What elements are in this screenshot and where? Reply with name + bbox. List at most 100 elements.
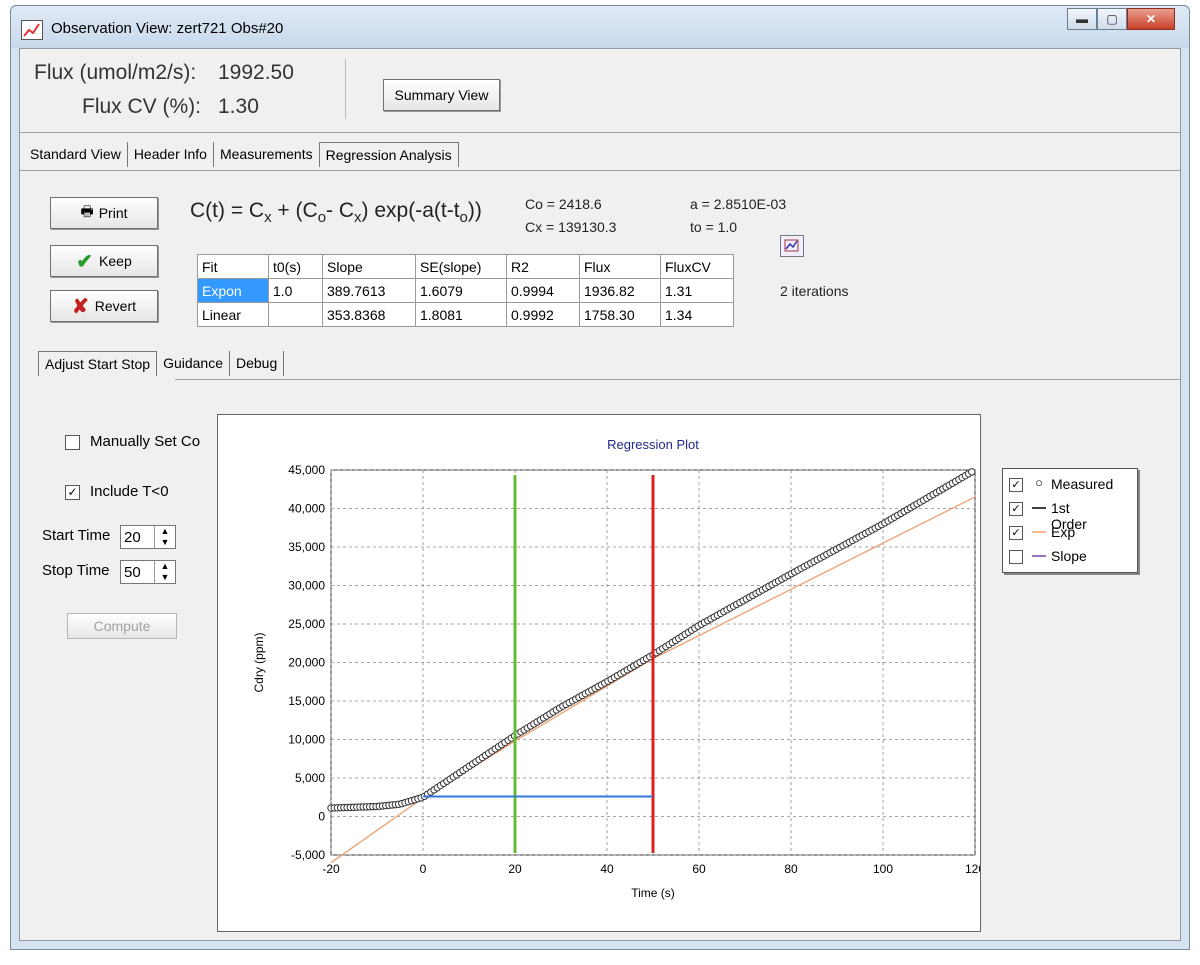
flux-value: 1992.50 bbox=[218, 61, 294, 84]
table-cell[interactable]: 1.0 bbox=[268, 278, 323, 303]
table-cell[interactable]: 1.34 bbox=[660, 302, 734, 327]
observation-window: Observation View: zert721 Obs#20 ▬ ▢ ✕ F… bbox=[10, 5, 1190, 950]
header-divider bbox=[345, 59, 346, 119]
y-tick-label: 5,000 bbox=[295, 771, 325, 785]
table-header-row: Fit t0(s) Slope SE(slope) R2 Flux FluxCV bbox=[197, 254, 734, 279]
column-header: R2 bbox=[506, 254, 580, 279]
summary-view-button[interactable]: Summary View bbox=[383, 79, 500, 111]
x-tick-label: 0 bbox=[420, 862, 427, 876]
legend-label: Exp bbox=[1051, 524, 1076, 540]
table-cell[interactable]: 389.7613 bbox=[322, 278, 416, 303]
minimize-icon[interactable]: ▬ bbox=[1067, 8, 1097, 30]
tab-adjust-start-stop[interactable]: Adjust Start Stop bbox=[38, 351, 158, 376]
table-cell[interactable]: 0.9992 bbox=[506, 302, 580, 327]
formula-part: C(t) = C bbox=[190, 199, 265, 222]
chart-title: Regression Plot bbox=[607, 437, 699, 452]
subtab-baseline bbox=[175, 379, 1180, 380]
client-area: Flux (umol/m2/s): 1992.50 Flux CV (%): 1… bbox=[19, 48, 1181, 941]
regression-plot: Regression Plot -20 0 20 40 60 80 100 120 -5,000 0… bbox=[217, 414, 1138, 932]
include-t-label: Include T<0 bbox=[90, 483, 169, 500]
x-tick-label: 100 bbox=[873, 862, 893, 876]
checkmark-icon: ✔ bbox=[76, 250, 94, 273]
cx-value: Cx = 139130.3 bbox=[525, 219, 617, 235]
revert-button[interactable]: ✘ Revert bbox=[50, 290, 158, 322]
table-cell[interactable]: 1.6079 bbox=[415, 278, 507, 303]
x-tick-label: -20 bbox=[322, 862, 340, 876]
formula-sub: o bbox=[459, 209, 468, 227]
table-row[interactable]: Expon 1.0 389.7613 1.6079 0.9994 1936.82… bbox=[197, 278, 734, 303]
table-cell[interactable]: Expon bbox=[197, 278, 269, 303]
window-title: Observation View: zert721 Obs#20 bbox=[51, 20, 284, 37]
column-header: FluxCV bbox=[660, 254, 734, 279]
x-tick-label: 60 bbox=[692, 862, 706, 876]
legend-checkbox[interactable]: ✓ bbox=[1009, 502, 1023, 516]
to-value: to = 1.0 bbox=[690, 219, 738, 235]
include-t-checkbox[interactable]: ✓ bbox=[65, 485, 80, 500]
legend-label: Measured bbox=[1051, 476, 1114, 492]
legend-label: Slope bbox=[1051, 548, 1087, 564]
column-header: Slope bbox=[322, 254, 416, 279]
table-cell[interactable]: 1.8081 bbox=[415, 302, 507, 327]
chart-icon[interactable] bbox=[780, 235, 804, 257]
y-tick-label: 40,000 bbox=[288, 502, 325, 516]
x-axis-label: Time (s) bbox=[631, 886, 675, 900]
revert-label: Revert bbox=[94, 298, 136, 314]
table-cell[interactable]: 1.31 bbox=[660, 278, 734, 303]
flux-cv-value: 1.30 bbox=[218, 95, 259, 118]
table-cell[interactable]: 353.8368 bbox=[322, 302, 416, 327]
table-cell[interactable] bbox=[268, 302, 323, 327]
y-tick-label: 20,000 bbox=[288, 656, 325, 670]
compute-button[interactable]: Compute bbox=[67, 613, 177, 639]
co-value: Co = 2418.6 bbox=[525, 196, 602, 212]
table-cell[interactable]: Linear bbox=[197, 302, 269, 327]
chart-svg: Regression Plot -20 0 20 40 60 80 100 120 -5,000 0… bbox=[252, 437, 985, 900]
line-black-icon bbox=[1031, 499, 1047, 517]
x-tick-label: 80 bbox=[784, 862, 798, 876]
start-time-stepper[interactable]: 20 ▲ ▼ bbox=[120, 525, 176, 549]
sub-tab-bar: Adjust Start Stop Guidance Debug bbox=[38, 351, 285, 376]
stop-time-stepper[interactable]: 50 ▲ ▼ bbox=[120, 560, 176, 584]
tab-header-info[interactable]: Header Info bbox=[128, 142, 214, 167]
table-row[interactable]: Linear 353.8368 1.8081 0.9992 1758.30 1.… bbox=[197, 302, 734, 327]
y-tick-label: 10,000 bbox=[288, 733, 325, 747]
regression-formula: C(t) = Cx + (Co- Cx) exp(-a(t-to)) bbox=[190, 199, 482, 226]
tab-measurements[interactable]: Measurements bbox=[214, 142, 319, 167]
manually-set-co-checkbox[interactable] bbox=[65, 435, 80, 450]
keep-button[interactable]: ✔ Keep bbox=[50, 245, 158, 277]
print-button[interactable]: 🖶 Print bbox=[50, 197, 158, 229]
tab-guidance[interactable]: Guidance bbox=[157, 351, 230, 376]
x-tick-label: 120 bbox=[965, 862, 980, 876]
app-icon bbox=[21, 20, 43, 40]
legend-checkbox[interactable]: ✓ bbox=[1009, 526, 1023, 540]
manually-set-co-label: Manually Set Co bbox=[90, 433, 201, 450]
column-header: Fit bbox=[197, 254, 269, 279]
y-tick-label: 15,000 bbox=[288, 694, 325, 708]
table-cell[interactable]: 1758.30 bbox=[579, 302, 661, 327]
spin-arrows-icon[interactable]: ▲ ▼ bbox=[154, 561, 175, 583]
x-tick-label: 20 bbox=[508, 862, 522, 876]
spin-arrows-icon[interactable]: ▲ ▼ bbox=[154, 526, 175, 548]
flux-label: Flux (umol/m2/s): bbox=[34, 61, 197, 84]
formula-sub: x bbox=[354, 209, 362, 227]
column-header: Flux bbox=[579, 254, 661, 279]
line-orange-icon bbox=[1031, 523, 1047, 541]
keep-label: Keep bbox=[99, 253, 132, 269]
legend-checkbox[interactable] bbox=[1009, 550, 1023, 564]
y-tick-label: 0 bbox=[318, 810, 325, 824]
table-cell[interactable]: 0.9994 bbox=[506, 278, 580, 303]
window-controls: ▬ ▢ ✕ bbox=[1067, 8, 1175, 32]
table-cell[interactable]: 1936.82 bbox=[579, 278, 661, 303]
formula-part: + (C bbox=[271, 199, 318, 222]
tab-debug[interactable]: Debug bbox=[230, 351, 285, 376]
tab-regression-analysis[interactable]: Regression Analysis bbox=[318, 142, 459, 167]
stop-time-label: Stop Time bbox=[42, 562, 110, 579]
title-bar[interactable]: Observation View: zert721 Obs#20 ▬ ▢ ✕ bbox=[11, 6, 1189, 48]
main-tab-bar: Standard View Header Info Measurements R… bbox=[24, 142, 459, 167]
formula-part: )) bbox=[467, 199, 482, 222]
tab-standard-view[interactable]: Standard View bbox=[24, 142, 128, 167]
maximize-icon[interactable]: ▢ bbox=[1097, 8, 1127, 30]
x-icon: ✘ bbox=[72, 295, 89, 318]
formula-part: - C bbox=[326, 199, 355, 222]
legend-checkbox[interactable]: ✓ bbox=[1009, 478, 1023, 492]
close-icon[interactable]: ✕ bbox=[1127, 8, 1175, 30]
